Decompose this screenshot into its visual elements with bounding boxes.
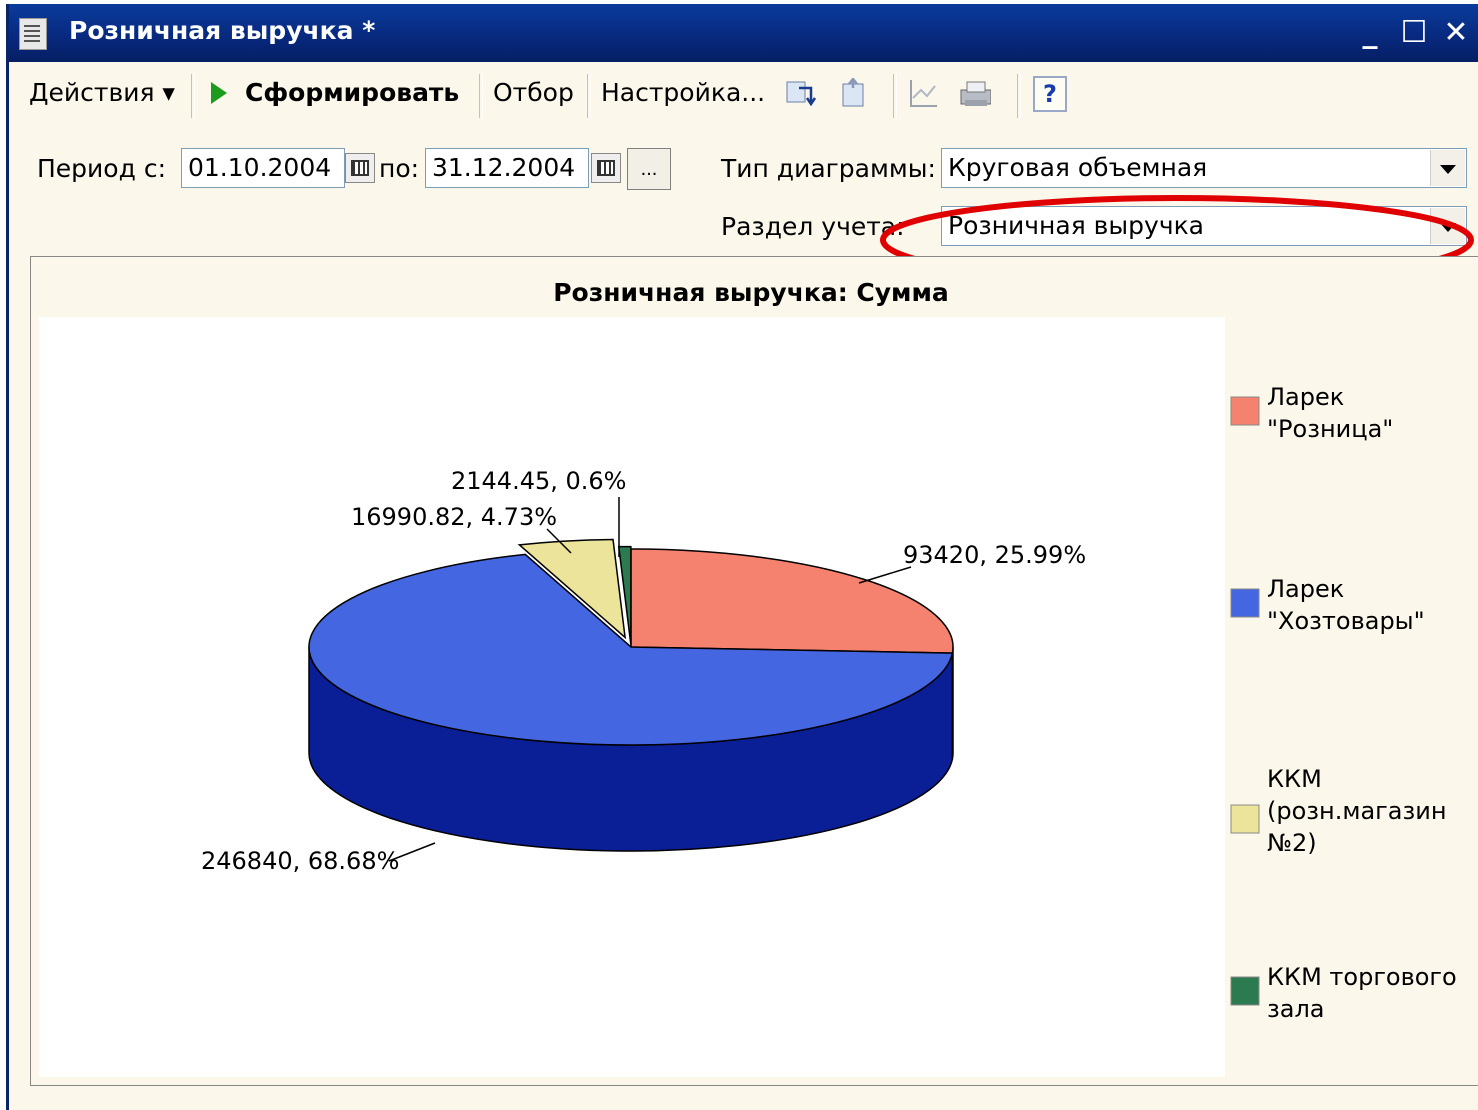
report-document-icon [19,18,47,50]
window-title: Розничная выручка * [69,16,376,45]
calendar-icon[interactable] [591,153,621,183]
period-to-label: по: [379,154,420,183]
legend-label: ККМ [1267,765,1322,793]
generate-button[interactable]: Сформировать [209,78,459,107]
data-label: 2144.45, 0.6% [451,467,626,495]
chart-panel: Розничная выручка: Сумма 93420, 25.99% 24… [30,256,1478,1086]
section-label: Раздел учета: [721,212,905,241]
section-value: Розничная выручка [948,211,1205,240]
toolbar-separator [479,74,483,118]
maximize-button[interactable]: ☐ [1397,16,1431,50]
play-icon [211,81,227,104]
legend-swatch [1230,804,1260,834]
chevron-down-icon[interactable] [1430,208,1465,244]
title-bar: Розничная выручка * _ ☐ ✕ [9,4,1478,62]
help-button[interactable]: ? [1033,76,1067,112]
legend-swatch [1230,396,1260,426]
period-from-label: Период с: [37,154,166,183]
pie-slices [308,538,954,852]
chart-type-select[interactable]: Круговая объемная [941,148,1467,188]
chart-settings-icon[interactable] [907,78,939,110]
legend-label: Ларек [1267,383,1344,411]
legend-item: Ларек "Хозтовары" [1230,575,1425,635]
legend-swatch [1230,588,1260,618]
toolbar-separator [587,74,591,118]
legend-item: Ларек "Розница" [1230,383,1393,443]
period-to-field[interactable]: 31.12.2004 [425,148,589,188]
chevron-down-icon[interactable] [1430,150,1465,186]
filter-button[interactable]: Отбор [493,78,574,107]
legend-item: ККМ (розн.магазин №2) [1230,765,1447,857]
section-select[interactable]: Розничная выручка [941,206,1467,246]
legend-label: ККМ торгового [1267,963,1457,991]
period-select-button[interactable]: ... [627,148,671,190]
chart-title: Розничная выручка: Сумма [553,278,949,307]
legend-label: "Хозтовары" [1267,607,1425,635]
pie-chart: Розничная выручка: Сумма 93420, 25.99% 24… [39,278,1457,1077]
actions-menu-button[interactable]: Действия ▾ [29,78,175,107]
legend-label: (розн.магазин [1267,797,1447,825]
chart-type-label: Тип диаграммы: [721,154,936,183]
data-label: 93420, 25.99% [903,541,1086,569]
toolbar-separator [893,74,897,118]
save-settings-icon[interactable] [785,78,817,110]
calendar-icon[interactable] [345,153,375,183]
toolbar-separator [1017,74,1021,118]
legend: Ларек "Розница" Ларек "Хозтовары" ККМ (розн.м… [1230,383,1457,1023]
legend-item: ККМ торгового зала [1230,963,1457,1023]
toolbar-separator [191,74,195,118]
restore-settings-icon[interactable] [841,78,873,110]
legend-label: "Розница" [1267,415,1393,443]
print-icon[interactable] [959,78,991,110]
legend-label: зала [1267,995,1325,1023]
generate-button-label: Сформировать [245,78,460,107]
close-button[interactable]: ✕ [1439,16,1473,50]
period-from-field[interactable]: 01.10.2004 [181,148,345,188]
settings-button[interactable]: Настройка... [601,78,765,107]
legend-swatch [1230,976,1260,1006]
legend-label: Ларек [1267,575,1344,603]
toolbar: Действия ▾ Сформировать Отбор Настройка.… [9,64,1478,128]
chart-type-value: Круговая объемная [948,153,1208,182]
legend-label: №2) [1267,829,1317,857]
data-label: 246840, 68.68% [201,847,399,875]
minimize-button[interactable]: _ [1353,16,1387,50]
data-label: 16990.82, 4.73% [351,503,557,531]
